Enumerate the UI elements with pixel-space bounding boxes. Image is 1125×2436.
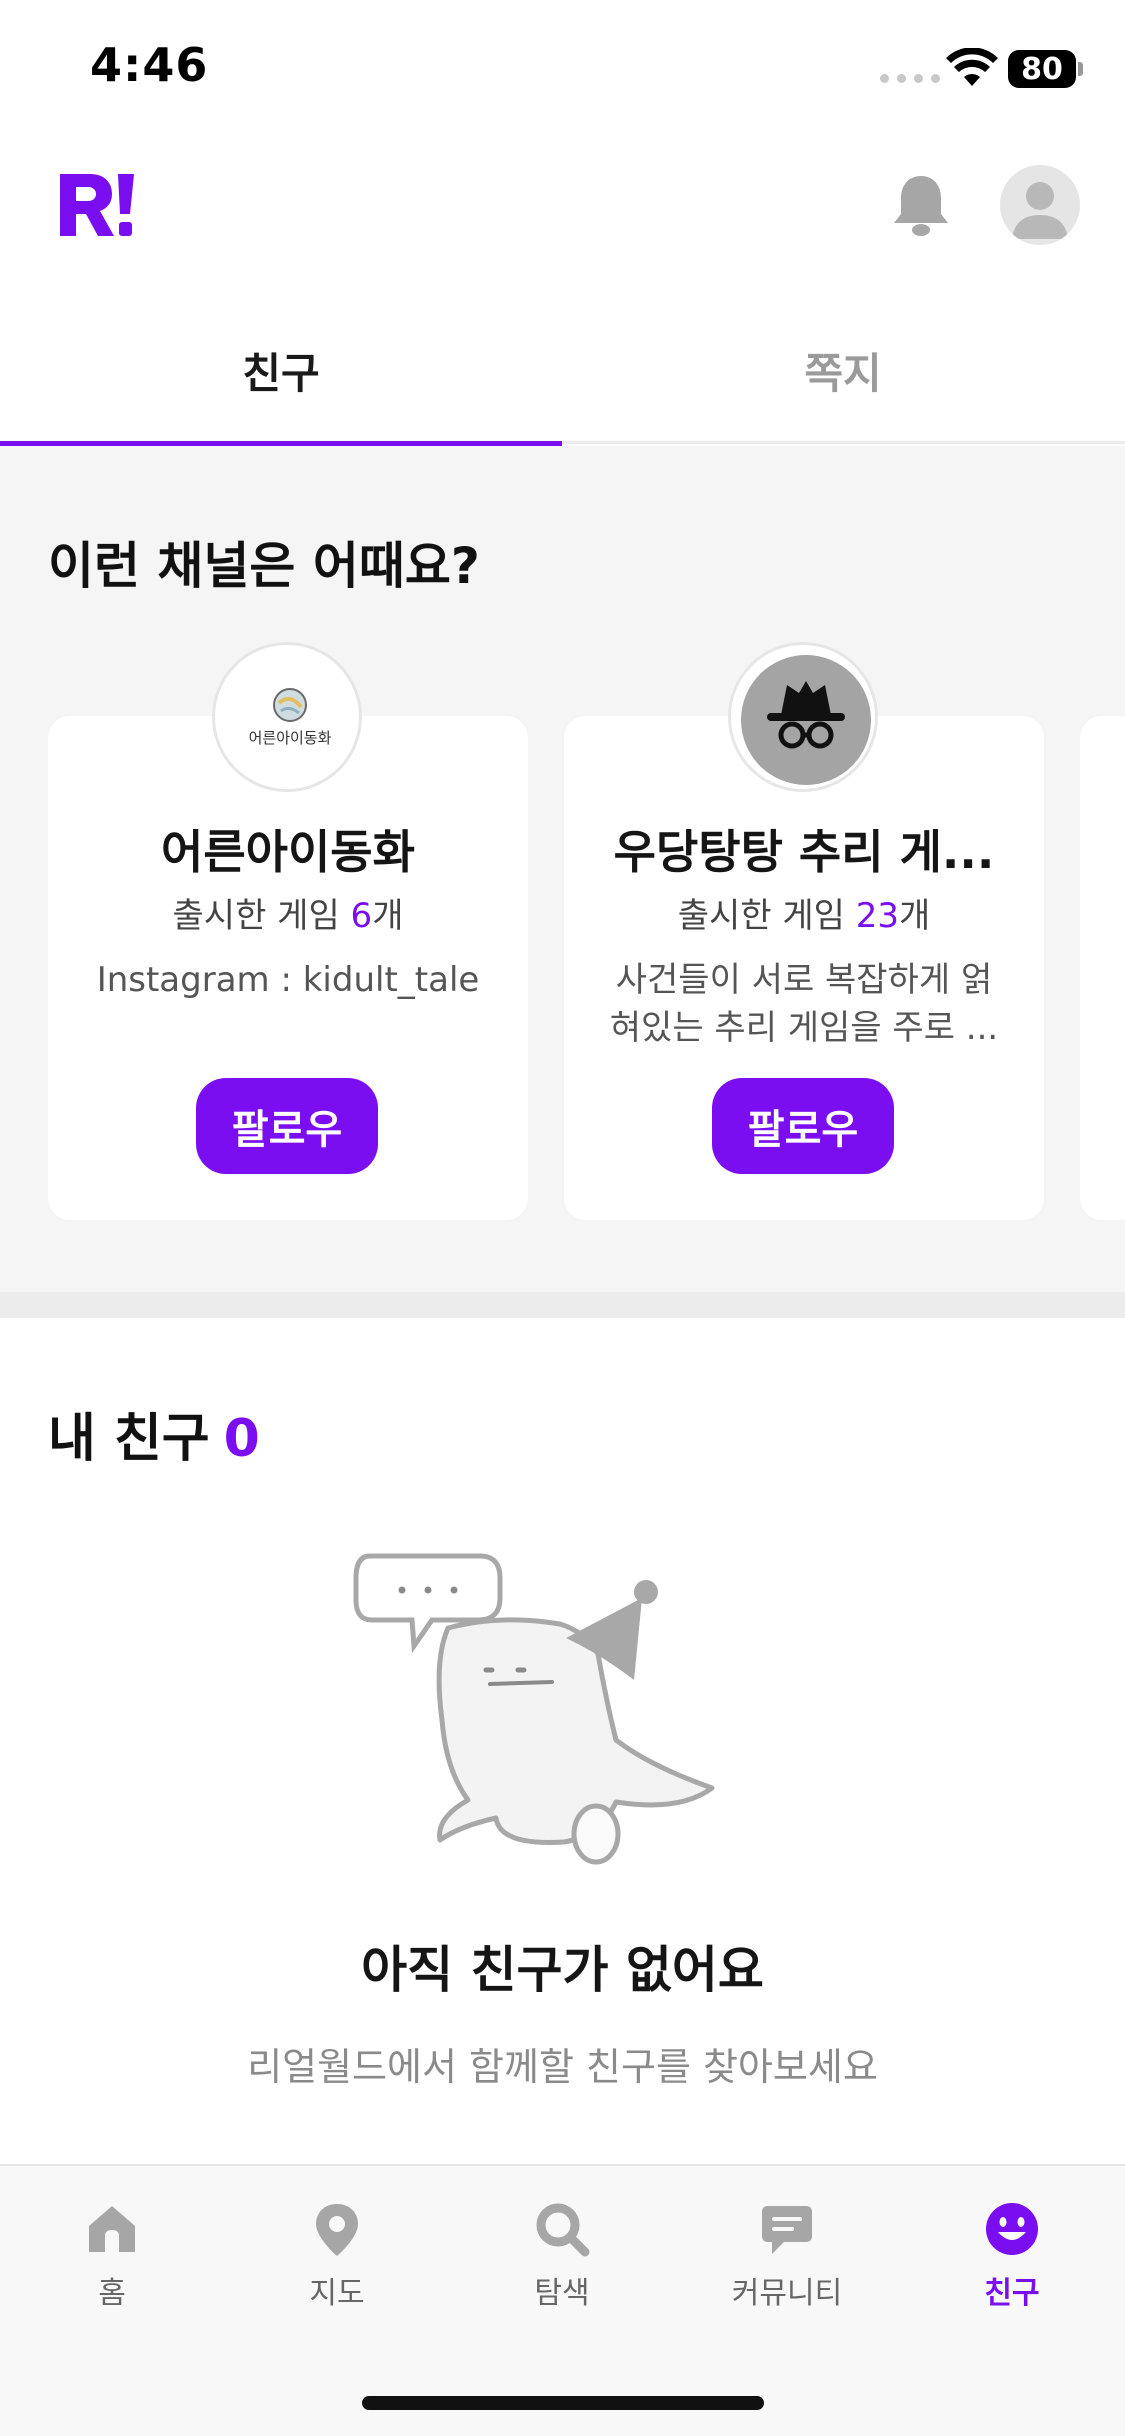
friends-count: 0 xyxy=(223,1409,260,1469)
section-divider xyxy=(0,1292,1125,1318)
empty-state-subtitle: 리얼월드에서 함께할 친구를 찾아보세요 xyxy=(247,2045,878,2089)
nav-friends-label: 친구 xyxy=(984,2276,1040,2311)
tab-messages[interactable]: 쪽지 xyxy=(562,310,1124,444)
channel-game-count: 출시한 게임 23개 xyxy=(564,888,1044,937)
profile-avatar-icon[interactable] xyxy=(1000,165,1080,245)
channel-avatar[interactable]: 어른아이동화 xyxy=(212,642,362,792)
count-prefix: 출시한 게임 xyxy=(172,896,351,936)
friends-title: 내 친구 0 xyxy=(48,1396,260,1471)
nav-home[interactable]: 홈 xyxy=(12,2200,212,2320)
count-suffix: 개 xyxy=(372,896,404,936)
battery-cap xyxy=(1078,62,1083,76)
wifi-icon xyxy=(946,48,998,86)
realworld-logo-icon[interactable] xyxy=(56,170,136,240)
smile-icon xyxy=(986,2203,1038,2255)
nav-friends[interactable]: 친구 xyxy=(912,2200,1112,2320)
friends-title-label: 내 친구 xyxy=(48,1409,210,1469)
follow-button[interactable]: 팔로우 xyxy=(712,1078,894,1174)
section-title: 이런 채널은 어때요? xyxy=(48,537,480,595)
follow-button[interactable]: 팔로우 xyxy=(196,1078,378,1174)
count-suffix: 개 xyxy=(899,896,931,936)
map-pin-icon xyxy=(316,2204,358,2256)
status-time: 4:46 xyxy=(90,38,209,92)
channel-description: Instagram : kidult_tale xyxy=(96,960,480,1000)
tab-friends[interactable]: 친구 xyxy=(0,310,562,447)
nav-search-label: 탐색 xyxy=(534,2276,590,2311)
home-icon xyxy=(89,2206,135,2252)
channel-description: 사건들이 서로 복잡하게 얽혀있는 추리 게임을 주로 ... xyxy=(609,960,999,1048)
search-icon xyxy=(536,2203,590,2257)
battery-icon: 80 xyxy=(1008,50,1076,88)
nav-map-label: 지도 xyxy=(309,2276,365,2311)
channel-avatar[interactable] xyxy=(728,642,878,792)
nav-map[interactable]: 지도 xyxy=(237,2200,437,2320)
nav-search[interactable]: 탐색 xyxy=(462,2200,662,2320)
status-bar: 4:46 80 xyxy=(0,0,1125,140)
tab-bar: 친구 쪽지 xyxy=(0,310,1125,447)
app-header xyxy=(0,140,1125,270)
count-number: 6 xyxy=(350,896,373,936)
channel-name: 어른아이동화 xyxy=(161,825,415,879)
channel-recommend-section: 이런 채널은 어때요? 어른아이동화 출시한 게임 6개 Instagram :… xyxy=(0,446,1125,1292)
empty-state-title: 아직 친구가 없어요 xyxy=(361,1941,764,1999)
channel-name: 우당탕탕 추리 게... xyxy=(613,825,995,879)
chat-icon xyxy=(762,2206,812,2254)
nav-community[interactable]: 커뮤니티 xyxy=(687,2200,887,2320)
count-number: 23 xyxy=(855,896,899,936)
channel-card-partial[interactable] xyxy=(1080,716,1125,1220)
empty-friends-illustration xyxy=(353,1553,715,1865)
home-indicator xyxy=(362,2396,764,2410)
channel-game-count: 출시한 게임 6개 xyxy=(48,888,528,937)
count-prefix: 출시한 게임 xyxy=(677,896,856,936)
bell-icon[interactable] xyxy=(888,170,954,240)
cellular-signal-icon xyxy=(880,74,940,83)
channel-avatar-text: 어른아이동화 xyxy=(249,729,332,747)
nav-home-label: 홈 xyxy=(98,2276,126,2311)
nav-community-label: 커뮤니티 xyxy=(731,2276,843,2311)
